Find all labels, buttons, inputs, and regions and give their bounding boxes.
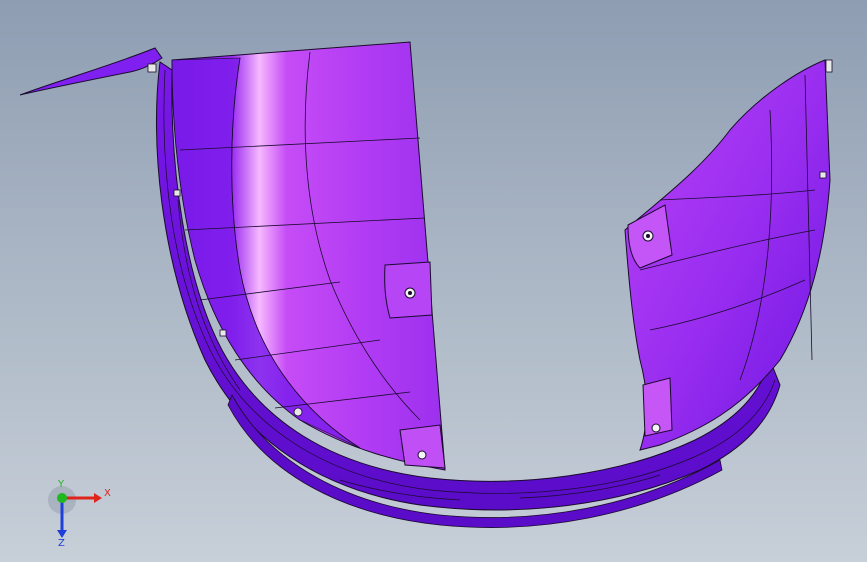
clip-bracket-bottom-right[interactable] (642, 377, 673, 437)
clip-bracket-left[interactable] (384, 261, 433, 319)
y-axis-dot (57, 493, 67, 503)
fender-liner-model[interactable] (0, 0, 867, 562)
top-left-flange (19, 47, 163, 96)
x-axis-label: X (104, 488, 111, 499)
y-axis-label: Y (57, 479, 65, 490)
z-axis-arrow-head (57, 530, 67, 538)
axis-triad: X Y Z (48, 479, 111, 548)
cad-graphics-viewport[interactable]: X Y Z (0, 0, 867, 562)
z-axis-label: Z (58, 538, 65, 548)
clip-bracket-bottom-left[interactable] (399, 424, 446, 469)
x-axis-arrow-head (94, 493, 102, 503)
